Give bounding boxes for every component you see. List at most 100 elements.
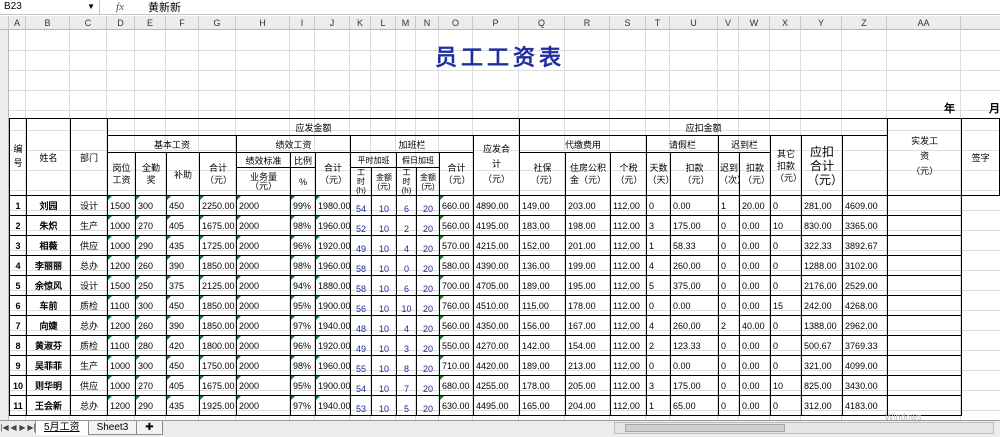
cell-lt[interactable]: 0 xyxy=(718,235,741,256)
cell-std[interactable]: 2000 xyxy=(236,335,291,356)
cell-soc[interactable]: 189.00 xyxy=(519,355,567,376)
cell-ha[interactable]: 20 xyxy=(416,395,440,416)
cell-lv[interactable]: 175.00 xyxy=(670,375,720,396)
cell-pay[interactable]: 4255.00 xyxy=(472,375,521,396)
worksheet[interactable]: A B C D E F G H I J K L M N O P Q R S T U V W X Y Z AA 员工工资表 年月 编号… xyxy=(0,16,1000,420)
cell-no[interactable]: 2 xyxy=(9,215,27,236)
cell-hous[interactable]: 195.00 xyxy=(565,275,612,296)
cell-la[interactable]: 20.00 xyxy=(739,195,772,216)
cell-name[interactable]: 余惊风 xyxy=(26,275,71,296)
cell-ratio[interactable]: 98% xyxy=(290,355,316,376)
column-header-I[interactable]: I xyxy=(290,16,315,30)
column-header-V[interactable]: V xyxy=(718,16,739,30)
column-header-E[interactable]: E xyxy=(135,16,166,30)
column-header-K[interactable]: K xyxy=(350,16,371,30)
column-header-U[interactable]: U xyxy=(670,16,718,30)
cell-std[interactable]: 2000 xyxy=(236,315,291,336)
cell-perf_sum[interactable]: 1900.00 xyxy=(315,295,351,316)
cell-dept[interactable]: 质检 xyxy=(70,335,108,356)
cell-ha[interactable]: 20 xyxy=(416,355,440,376)
cell-act[interactable]: 3892.67 xyxy=(842,235,889,256)
cell-no[interactable]: 3 xyxy=(9,235,27,256)
cell-days[interactable]: 1 xyxy=(646,235,672,256)
scrollbar-thumb[interactable] xyxy=(625,424,785,432)
cell-la[interactable]: 0.00 xyxy=(739,235,772,256)
cell-sign[interactable] xyxy=(887,295,963,316)
cell-no[interactable]: 6 xyxy=(9,295,27,316)
cell-hous[interactable]: 178.00 xyxy=(565,295,612,316)
cell-hh[interactable]: 6 xyxy=(396,195,417,216)
cell-act[interactable]: 4099.00 xyxy=(842,355,889,376)
cell-act[interactable]: 4183.00 xyxy=(842,395,889,416)
cell-oth[interactable]: 52 xyxy=(350,215,372,236)
cell-la[interactable]: 40.00 xyxy=(739,315,772,336)
column-header-J[interactable]: J xyxy=(315,16,350,30)
cell-no[interactable]: 7 xyxy=(9,315,27,336)
cell-sub[interactable]: 405 xyxy=(166,215,200,236)
column-header-AA[interactable]: AA xyxy=(887,16,961,30)
cell-sign[interactable] xyxy=(887,255,963,276)
cell-att[interactable]: 300 xyxy=(135,355,167,376)
cell-soc[interactable]: 136.00 xyxy=(519,255,567,276)
cell-la[interactable]: 0.00 xyxy=(739,335,772,356)
column-header-L[interactable]: L xyxy=(371,16,396,30)
cell-oth[interactable]: 58 xyxy=(350,275,372,296)
cell-ot_sum[interactable]: 560.00 xyxy=(439,215,474,236)
cell-hous[interactable]: 154.00 xyxy=(565,335,612,356)
cell-days[interactable]: 0 xyxy=(646,195,672,216)
cell-name[interactable]: 李丽丽 xyxy=(26,255,71,276)
cell-sum[interactable]: 1850.00 xyxy=(199,295,237,316)
cell-std[interactable]: 2000 xyxy=(236,395,291,416)
name-box[interactable]: B23 ▼ xyxy=(0,0,100,14)
cell-soc[interactable]: 152.00 xyxy=(519,235,567,256)
cell-ratio[interactable]: 98% xyxy=(290,255,316,276)
cell-oa[interactable]: 10 xyxy=(371,395,397,416)
cell-no[interactable]: 9 xyxy=(9,355,27,376)
cell-oth_d[interactable]: 0 xyxy=(770,355,803,376)
cell-hh[interactable]: 10 xyxy=(396,295,417,316)
cell-days[interactable]: 3 xyxy=(646,375,672,396)
column-header-H[interactable]: H xyxy=(236,16,290,30)
column-header-N[interactable]: N xyxy=(416,16,439,30)
cell-tax[interactable]: 112.00 xyxy=(610,395,648,416)
cell-ot_sum[interactable]: 560.00 xyxy=(439,315,474,336)
cell-post[interactable]: 1200 xyxy=(107,255,136,276)
column-header-M[interactable]: M xyxy=(396,16,416,30)
cell-std[interactable]: 2000 xyxy=(236,235,291,256)
cell-sub[interactable]: 435 xyxy=(166,395,200,416)
cell-la[interactable]: 0.00 xyxy=(739,355,772,376)
cell-std[interactable]: 2000 xyxy=(236,275,291,296)
cell-act[interactable]: 3430.00 xyxy=(842,375,889,396)
cell-sub[interactable]: 390 xyxy=(166,315,200,336)
cell-ded[interactable]: 1288.00 xyxy=(801,255,844,276)
cell-ratio[interactable]: 96% xyxy=(290,235,316,256)
cell-hous[interactable]: 203.00 xyxy=(565,195,612,216)
cell-oth_d[interactable]: 0 xyxy=(770,315,803,336)
cell-att[interactable]: 260 xyxy=(135,255,167,276)
cell-att[interactable]: 250 xyxy=(135,275,167,296)
next-sheet-icon[interactable]: ▶ xyxy=(18,421,27,435)
cell-tax[interactable]: 112.00 xyxy=(610,295,648,316)
cell-post[interactable]: 1000 xyxy=(107,355,136,376)
cell-post[interactable]: 1200 xyxy=(107,395,136,416)
cell-att[interactable]: 270 xyxy=(135,215,167,236)
cell-ded[interactable]: 2176.00 xyxy=(801,275,844,296)
cell-hh[interactable]: 6 xyxy=(396,275,417,296)
prev-sheet-icon[interactable]: ◀ xyxy=(9,421,18,435)
cell-hh[interactable]: 4 xyxy=(396,235,417,256)
cell-sign[interactable] xyxy=(887,355,963,376)
cell-sign[interactable] xyxy=(887,275,963,296)
cell-ha[interactable]: 20 xyxy=(416,195,440,216)
cell-soc[interactable]: 142.00 xyxy=(519,335,567,356)
cell-post[interactable]: 1100 xyxy=(107,295,136,316)
cell-hh[interactable]: 0 xyxy=(396,255,417,276)
cell-ha[interactable]: 20 xyxy=(416,335,440,356)
cell-soc[interactable]: 165.00 xyxy=(519,395,567,416)
cell-pay[interactable]: 4495.00 xyxy=(472,395,521,416)
cell-ratio[interactable]: 95% xyxy=(290,375,316,396)
cell-lt[interactable]: 0 xyxy=(718,275,741,296)
cell-oa[interactable]: 10 xyxy=(371,215,397,236)
cell-name[interactable]: 吴菲菲 xyxy=(26,355,71,376)
cell-ha[interactable]: 20 xyxy=(416,315,440,336)
cell-ratio[interactable]: 97% xyxy=(290,395,316,416)
